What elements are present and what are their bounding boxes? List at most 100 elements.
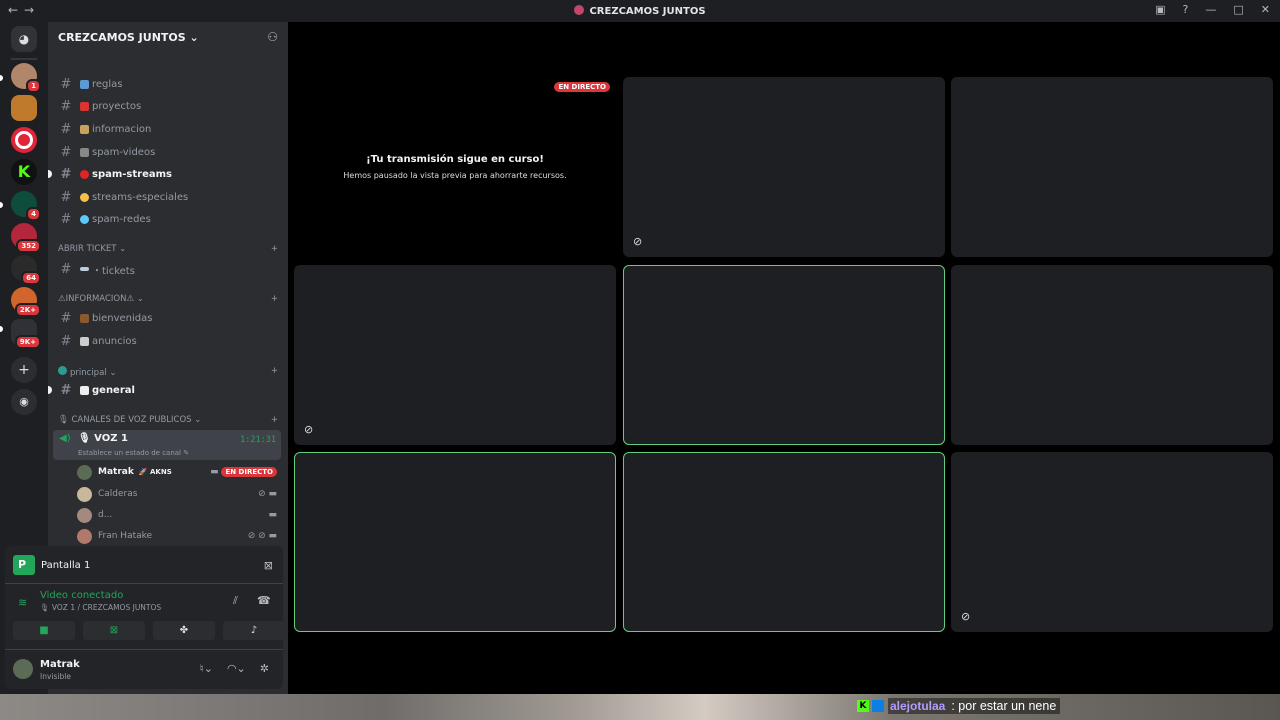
category-voz[interactable]: 🎙 CANALES DE VOZ PUBLICOS ⌄ + xyxy=(58,415,278,425)
server-icon[interactable]: 4 xyxy=(11,191,41,221)
channel-informacion[interactable]: # informacion xyxy=(53,119,283,139)
microphone-icon[interactable]: ♮⌄ xyxy=(200,662,213,675)
stream-button[interactable]: ⊠ xyxy=(83,621,145,640)
category-principal[interactable]: principal ⌄ + xyxy=(58,366,278,378)
soundboard-button[interactable]: ♪ xyxy=(223,621,285,640)
live-badge: EN DIRECTO xyxy=(221,467,277,477)
channel-reglas[interactable]: # reglas xyxy=(53,74,283,94)
channel-emoji xyxy=(80,192,89,202)
channel-spam-redes[interactable]: # spam-redes xyxy=(53,209,283,229)
muted-camera-icons: ⊘ ▬ xyxy=(258,489,277,499)
muted-icon: ⊘ xyxy=(633,235,643,248)
hash-icon: # xyxy=(60,310,72,326)
voice-user[interactable]: Fran Hatake ⊘ ⊘ ▬ xyxy=(77,526,282,546)
add-channel-icon[interactable]: + xyxy=(271,294,278,304)
channel-emoji xyxy=(80,124,89,134)
discover-icon[interactable]: ◉ xyxy=(11,389,37,415)
server-icon[interactable] xyxy=(11,127,37,153)
category-abrir-ticket[interactable]: ABRIR TICKET ⌄ + xyxy=(58,244,278,254)
minimize-button[interactable]: — xyxy=(1205,3,1216,16)
settings-gear-icon[interactable]: ✲ xyxy=(260,662,269,675)
voice-user[interactable]: Calderas ⊘ ▬ xyxy=(77,484,282,504)
hash-icon: # xyxy=(60,98,72,114)
disconnect-icon[interactable]: ☎ xyxy=(257,594,271,607)
camera-icon: ■ xyxy=(39,625,49,636)
category-informacion[interactable]: ⚠INFORMACION⚠ ⌄ + xyxy=(58,294,278,304)
no-entry-icon xyxy=(15,131,33,149)
hash-icon: # xyxy=(60,144,72,160)
avatar xyxy=(77,486,92,502)
channel-spam-streams[interactable]: # spam-streams xyxy=(48,164,283,184)
help-icon[interactable]: ? xyxy=(1183,3,1189,16)
user-avatar[interactable] xyxy=(13,659,33,679)
subscriber-badge-icon xyxy=(872,700,884,712)
server-icon[interactable]: 1 xyxy=(11,63,41,93)
discord-home-icon[interactable]: ◕ xyxy=(11,26,37,52)
channel-emoji xyxy=(80,101,89,111)
channel-emoji xyxy=(80,147,89,157)
channel-general[interactable]: # general xyxy=(48,380,283,400)
voice-channel-voz1[interactable]: ◀) 🎙 VOZ 1 1:21:31 Establece un estado d… xyxy=(53,430,281,460)
hash-icon: # xyxy=(60,76,72,92)
chat-overlay: K alejotulaa : por estar un nene xyxy=(853,695,1061,717)
activities-button[interactable]: ✤ xyxy=(153,621,215,640)
screen-avatar: P xyxy=(13,555,35,575)
stop-stream-icon[interactable]: ⊠ xyxy=(264,559,273,572)
add-server-icon[interactable]: + xyxy=(11,357,37,383)
add-channel-icon[interactable]: + xyxy=(271,244,278,254)
server-icon[interactable]: 64 xyxy=(11,255,41,285)
add-channel-icon[interactable]: + xyxy=(271,415,278,425)
hash-icon: # xyxy=(60,189,72,205)
server-icon[interactable] xyxy=(11,95,37,121)
kick-badge-icon: K xyxy=(857,700,869,712)
channel-emoji xyxy=(80,169,89,179)
headphones-icon[interactable]: ◠⌄ xyxy=(227,662,246,675)
connection-icon: ≋ xyxy=(18,596,28,609)
camera-button[interactable]: ■ xyxy=(13,621,75,640)
divider xyxy=(5,649,283,650)
server-folder-icon[interactable]: 9K+ xyxy=(11,319,41,349)
activities-icon: ✤ xyxy=(179,625,189,636)
camera-icon: ▬ xyxy=(210,467,219,477)
video-tile-speaking[interactable] xyxy=(623,452,945,632)
channel-bienvenidas[interactable]: # bienvenidas xyxy=(53,308,283,328)
channel-tickets[interactable]: # ・tickets xyxy=(53,259,283,279)
video-tile[interactable]: ⊘ xyxy=(294,265,616,445)
add-channel-icon[interactable]: + xyxy=(271,366,278,378)
video-tile-speaking[interactable] xyxy=(294,452,616,632)
video-grid: EN DIRECTO ¡Tu transmisión sigue en curs… xyxy=(288,22,1280,694)
channel-spam-videos[interactable]: # spam-videos xyxy=(53,142,283,162)
window-title: CREZCAMOS JUNTOS xyxy=(0,5,1280,17)
video-tile[interactable]: ⊘ xyxy=(951,452,1273,632)
channel-emoji xyxy=(80,313,89,323)
hash-icon: # xyxy=(60,211,72,227)
unread-pill xyxy=(0,75,3,81)
muted-deafened-camera-icons: ⊘ ⊘ ▬ xyxy=(247,531,277,541)
server-icon[interactable]: 352 xyxy=(11,223,41,253)
channel-streams-especiales[interactable]: # streams-especiales xyxy=(53,187,283,207)
unread-pill xyxy=(0,202,3,208)
user-area: Matrak Invisible ♮⌄ ◠⌄ ✲ xyxy=(13,657,275,683)
video-tile[interactable] xyxy=(951,265,1273,445)
invite-people-icon[interactable]: ⚇ xyxy=(267,30,278,44)
maximize-button[interactable]: □ xyxy=(1233,3,1243,16)
voice-user[interactable]: Matrak 🚀 AKNS ▬ EN DIRECTO xyxy=(77,462,282,482)
stream-preview-tile[interactable]: EN DIRECTO ¡Tu transmisión sigue en curs… xyxy=(294,77,616,257)
video-tile-speaking[interactable] xyxy=(623,265,945,445)
kick-icon[interactable]: K xyxy=(11,159,37,185)
video-tile[interactable] xyxy=(951,77,1273,257)
globe-icon xyxy=(58,366,67,375)
server-icon[interactable]: 2K+ xyxy=(11,287,41,317)
channel-proyectos[interactable]: # proyectos xyxy=(53,96,283,116)
muted-icon: ⊘ xyxy=(961,610,971,623)
video-tile[interactable]: ⊘ xyxy=(623,77,945,257)
hash-icon: # xyxy=(60,121,72,137)
noise-suppression-icon[interactable]: ⫽ xyxy=(233,594,238,608)
voice-user[interactable]: d... ▬ xyxy=(77,505,282,525)
close-button[interactable]: ✕ xyxy=(1261,3,1270,16)
server-header[interactable]: CREZCAMOS JUNTOS ⌄ ⚇ xyxy=(48,22,288,54)
inbox-icon[interactable]: ▣ xyxy=(1155,3,1165,16)
hash-icon: # xyxy=(60,261,72,277)
channel-emoji xyxy=(80,214,89,224)
channel-anuncios[interactable]: # anuncios xyxy=(53,331,283,351)
